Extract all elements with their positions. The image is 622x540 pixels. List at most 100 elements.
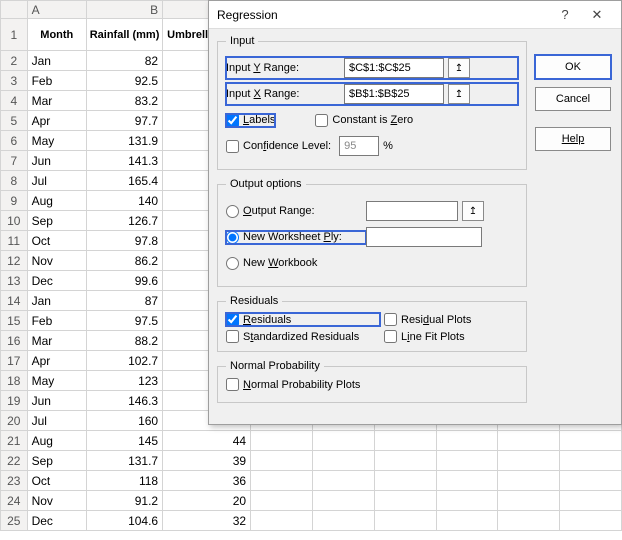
cell[interactable]: Sep [27,451,86,471]
cell[interactable]: 104.6 [87,511,163,531]
select-all-cell[interactable] [1,1,28,19]
cell[interactable]: 160 [87,411,163,431]
cell[interactable]: 83.2 [87,91,163,111]
cell[interactable]: Jun [27,391,86,411]
cell[interactable] [436,491,498,511]
row-header[interactable]: 3 [1,71,28,91]
cell[interactable]: Feb [27,311,86,331]
cell[interactable] [560,431,622,451]
cell[interactable]: 32 [163,511,251,531]
cell[interactable] [560,471,622,491]
cell[interactable]: Sep [27,211,86,231]
cell[interactable] [560,451,622,471]
row-header[interactable]: 12 [1,251,28,271]
cell[interactable] [251,471,313,491]
cell[interactable]: 20 [163,491,251,511]
confidence-level-checkbox[interactable]: Confidence Level: [226,140,331,153]
cell[interactable]: Jul [27,171,86,191]
row-header[interactable]: 19 [1,391,28,411]
residual-plots-checkbox[interactable]: Residual Plots [384,313,514,326]
cell[interactable]: 131.7 [87,451,163,471]
cell[interactable] [312,511,374,531]
cell[interactable]: Feb [27,71,86,91]
cell[interactable]: Aug [27,431,86,451]
cell[interactable]: Jun [27,151,86,171]
cell[interactable]: 39 [163,451,251,471]
std-residuals-checkbox[interactable]: Standardized Residuals [226,330,380,343]
row-header[interactable]: 24 [1,491,28,511]
constant-zero-checkbox[interactable]: Constant is Zero [315,114,413,127]
row-header[interactable]: 16 [1,331,28,351]
cell[interactable]: Dec [27,271,86,291]
row-header[interactable]: 15 [1,311,28,331]
cell[interactable] [436,451,498,471]
cell[interactable]: 87 [87,291,163,311]
cell-header-rainfall[interactable]: Rainfall (mm) [87,19,163,51]
cell[interactable] [498,491,560,511]
cell[interactable]: May [27,371,86,391]
cell[interactable]: 97.5 [87,311,163,331]
row-header[interactable]: 10 [1,211,28,231]
row-header[interactable]: 4 [1,91,28,111]
cell[interactable]: 141.3 [87,151,163,171]
cell-header-month[interactable]: Month [27,19,86,51]
new-worksheet-radio[interactable]: New Worksheet Ply: [226,231,366,244]
cell[interactable]: 140 [87,191,163,211]
new-workbook-radio[interactable]: New Workbook [226,257,317,270]
close-icon[interactable]: ✕ [581,7,613,23]
row-header[interactable]: 14 [1,291,28,311]
row-header[interactable]: 22 [1,451,28,471]
row-header[interactable]: 13 [1,271,28,291]
cell[interactable]: 88.2 [87,331,163,351]
cell[interactable] [374,451,436,471]
help-icon[interactable]: ? [549,7,581,22]
row-header[interactable]: 7 [1,151,28,171]
cell[interactable]: Oct [27,471,86,491]
cell[interactable] [312,471,374,491]
cell[interactable]: Mar [27,331,86,351]
labels-checkbox[interactable]: Labels [226,114,275,127]
input-x-range[interactable] [344,84,444,104]
cell[interactable]: Nov [27,491,86,511]
cell[interactable] [374,511,436,531]
cell[interactable]: Jan [27,291,86,311]
cell[interactable]: 91.2 [87,491,163,511]
cell[interactable]: Apr [27,351,86,371]
cell[interactable]: 131.9 [87,131,163,151]
row-header[interactable]: 23 [1,471,28,491]
cell[interactable]: 97.8 [87,231,163,251]
row-header[interactable]: 1 [1,19,28,51]
output-range-radio[interactable]: Output Range: [226,205,366,218]
cell[interactable] [312,451,374,471]
cell[interactable] [251,491,313,511]
cell[interactable] [436,511,498,531]
cancel-button[interactable]: Cancel [535,87,611,111]
cell[interactable]: Oct [27,231,86,251]
input-y-range[interactable] [344,58,444,78]
cell[interactable]: 92.5 [87,71,163,91]
cell[interactable] [498,431,560,451]
cell[interactable]: 99.6 [87,271,163,291]
cell[interactable]: Apr [27,111,86,131]
collapse-icon[interactable]: ↥ [448,58,470,78]
line-fit-plots-checkbox[interactable]: Line Fit Plots [384,330,514,343]
ok-button[interactable]: OK [535,55,611,79]
row-header[interactable]: 17 [1,351,28,371]
row-header[interactable]: 11 [1,231,28,251]
cell[interactable] [436,431,498,451]
cell[interactable]: 86.2 [87,251,163,271]
cell[interactable] [374,431,436,451]
row-header[interactable]: 25 [1,511,28,531]
cell[interactable] [498,511,560,531]
column-header[interactable]: B [87,1,163,19]
cell[interactable]: 82 [87,51,163,71]
cell[interactable]: 123 [87,371,163,391]
cell[interactable] [560,491,622,511]
column-header[interactable]: A [27,1,86,19]
row-header[interactable]: 2 [1,51,28,71]
cell[interactable]: 126.7 [87,211,163,231]
cell[interactable]: 146.3 [87,391,163,411]
cell[interactable] [498,451,560,471]
row-header[interactable]: 9 [1,191,28,211]
cell[interactable] [251,451,313,471]
